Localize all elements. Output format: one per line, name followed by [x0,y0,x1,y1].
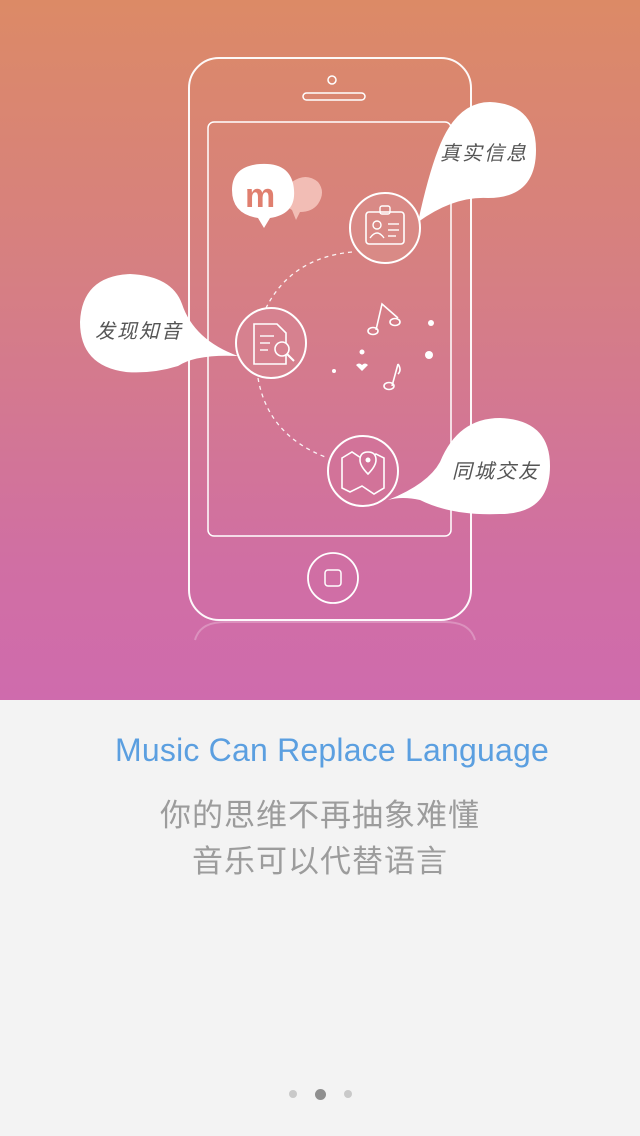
bubble-label-discover: 发现知音 [95,319,183,343]
page-dot-3[interactable] [343,1090,352,1098]
phone-illustration: m 真实信息 发现知音 同城交友 [80,57,550,641]
subtitle-line-1: 你的思维不再抽象难懂 [160,798,480,834]
page-indicator [0,1086,640,1102]
document-search-icon [235,307,307,379]
bubble-real-info: 真实信息 [418,102,536,222]
bubble-label-local-friends: 同城交友 [452,459,541,483]
bubble-local-friends: 同城交友 [388,418,550,515]
map-pin-icon [327,435,399,507]
bubble-discover: 发现知音 [80,274,238,373]
m-chat-logo-icon: m [232,163,322,228]
page-dot-1[interactable] [288,1090,297,1098]
subtitle-line-2: 音乐可以代替语言 [192,844,448,880]
bubble-label-real-info: 真实信息 [440,141,528,165]
svg-text:m: m [245,177,275,215]
id-badge-icon [349,192,421,264]
headline-title: Music Can Replace Language [115,732,549,768]
hero-illustration: m 真实信息 发现知音 同城交友 [0,0,640,700]
page-dot-2-active[interactable] [314,1088,326,1100]
